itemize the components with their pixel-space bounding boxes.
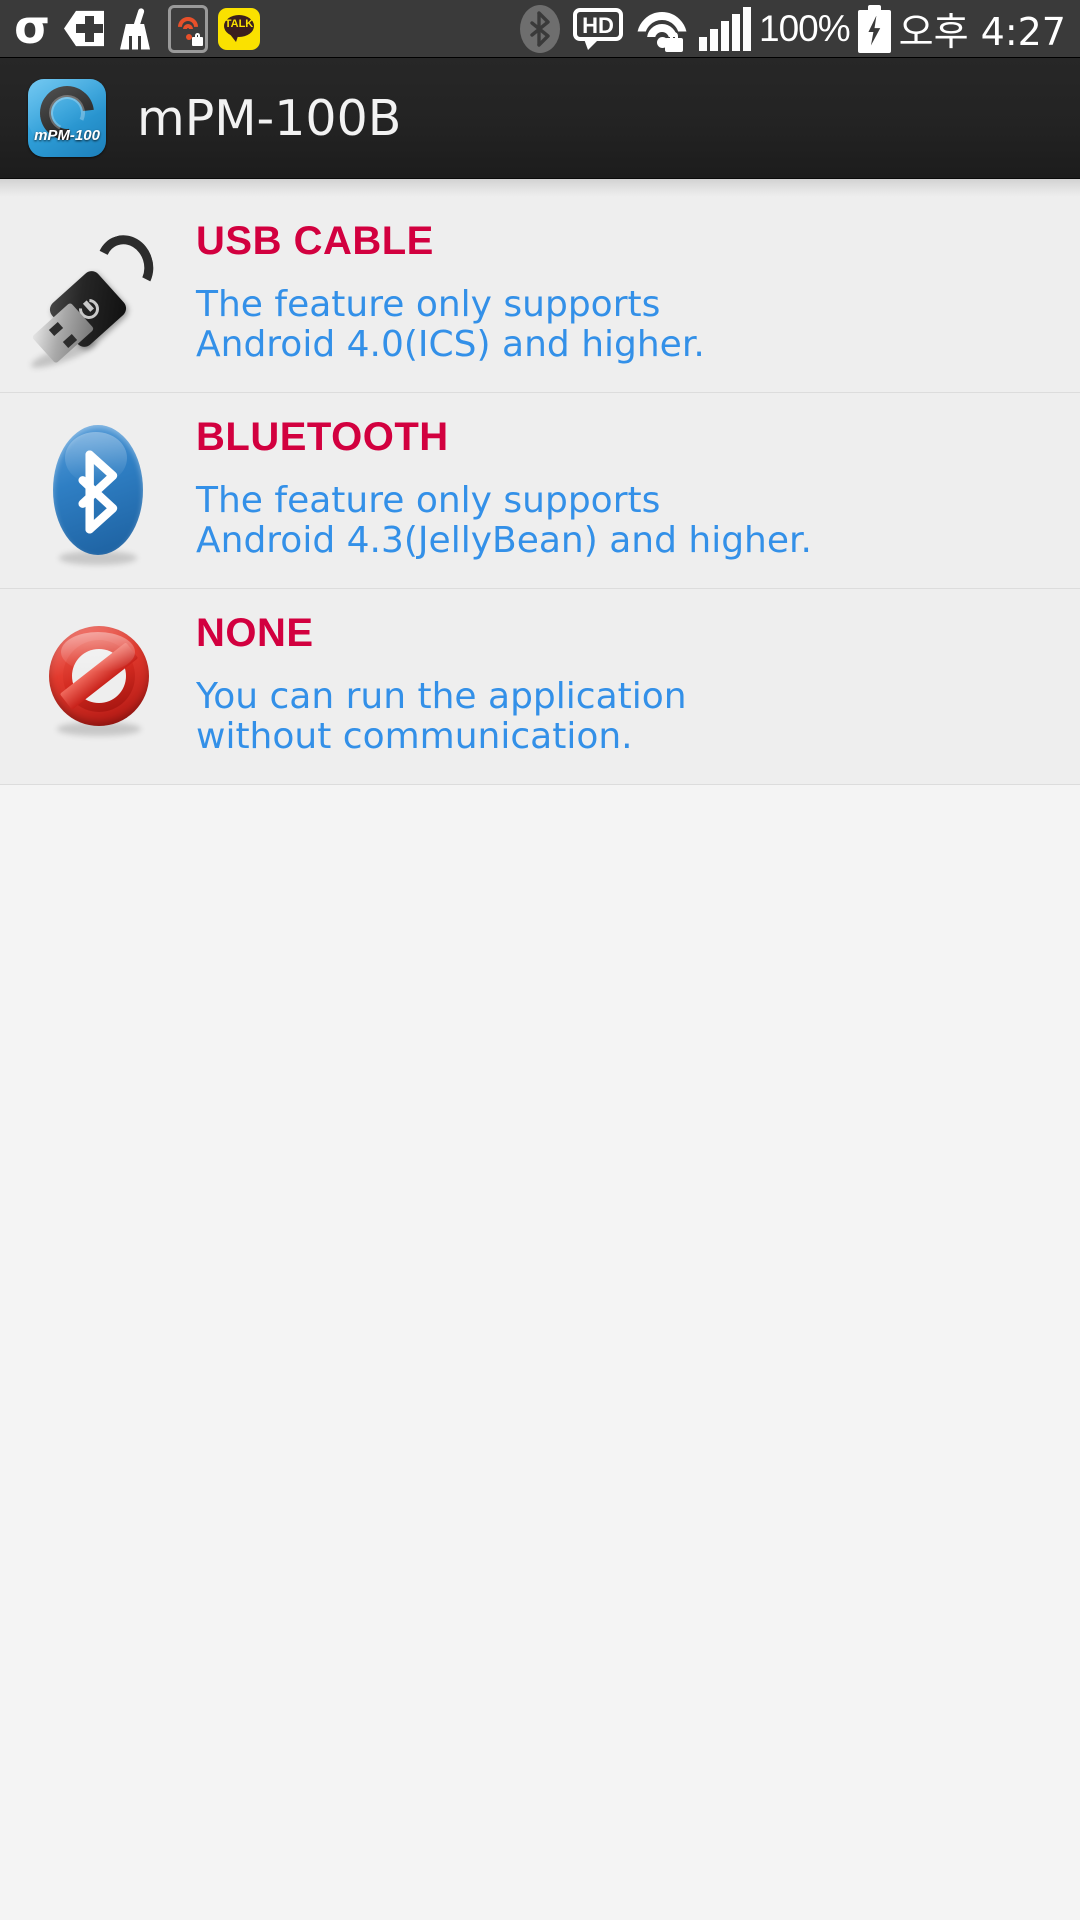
connection-type-list: USB CABLE The feature only supports Andr… <box>0 179 1080 785</box>
list-item-title: USB CABLE <box>196 219 434 263</box>
bluetooth-rune-glyph <box>78 449 118 534</box>
no-connection-icon <box>0 595 196 766</box>
sigma-app-icon: σ <box>6 0 58 54</box>
description-line-2: Android 4.0(ICS) and higher. <box>196 324 705 366</box>
description-line-2: Android 4.3(JellyBean) and higher. <box>196 520 812 562</box>
sigma-glyph: σ <box>14 0 50 54</box>
usb-cable-text: USB CABLE The feature only supports Andr… <box>196 203 1080 374</box>
page-title: mPM-100B <box>137 89 402 147</box>
bluetooth-status-icon <box>517 3 563 55</box>
hd-label: HD <box>582 12 614 38</box>
description-line-1: You can run the application <box>196 676 687 717</box>
list-item-title: BLUETOOTH <box>196 415 449 459</box>
status-bar-notification-icons: σ TALK <box>0 0 260 54</box>
phone-wifi-lock-icon <box>168 4 208 53</box>
shield-plus-icon <box>58 7 112 51</box>
empty-area <box>0 785 1080 1920</box>
app-screen: σ TALK HD 100% 오후 4:27 mPM-100 mPM-100B … <box>0 0 1080 1920</box>
usb-cable-icon <box>0 203 196 374</box>
list-item-bluetooth[interactable]: BLUETOOTH The feature only supports Andr… <box>0 393 1080 589</box>
wifi-secured-icon <box>635 6 691 52</box>
bluetooth-icon <box>0 399 196 570</box>
kakaotalk-icon: TALK <box>218 7 260 50</box>
list-item-description: The feature only supports Android 4.3(Je… <box>196 480 1056 562</box>
battery-percent-label: 100% <box>759 7 851 49</box>
list-item-description: The feature only supports Android 4.0(IC… <box>196 284 1056 366</box>
none-text: NONE You can run the application without… <box>196 595 1080 766</box>
mpm100-app-icon: mPM-100 <box>28 79 106 157</box>
description-line-1: The feature only supports <box>196 480 661 521</box>
status-bar-system-icons: HD 100% 오후 4:27 <box>517 1 1080 56</box>
app-icon-label: mPM-100 <box>34 127 100 144</box>
status-bar: σ TALK HD 100% 오후 4:27 <box>0 0 1080 58</box>
cellular-signal-icon <box>699 6 752 51</box>
bluetooth-rune-glyph <box>530 10 550 47</box>
description-line-2: without communication. <box>196 716 633 758</box>
kakaotalk-label: TALK <box>224 17 254 30</box>
hd-voice-icon: HD <box>571 6 627 52</box>
description-line-1: The feature only supports <box>196 284 661 325</box>
clock-label: 오후 4:27 <box>898 10 1066 54</box>
list-item-description: You can run the application without comm… <box>196 676 1056 758</box>
app-title-bar: mPM-100 mPM-100B <box>0 58 1080 179</box>
list-item-none[interactable]: NONE You can run the application without… <box>0 589 1080 785</box>
list-item-usb-cable[interactable]: USB CABLE The feature only supports Andr… <box>0 197 1080 393</box>
broom-cleaner-icon <box>112 6 160 52</box>
list-item-title: NONE <box>196 611 314 655</box>
list-top-shadow <box>0 179 1080 197</box>
bluetooth-text: BLUETOOTH The feature only supports Andr… <box>196 399 1080 570</box>
battery-charging-icon <box>857 4 891 53</box>
